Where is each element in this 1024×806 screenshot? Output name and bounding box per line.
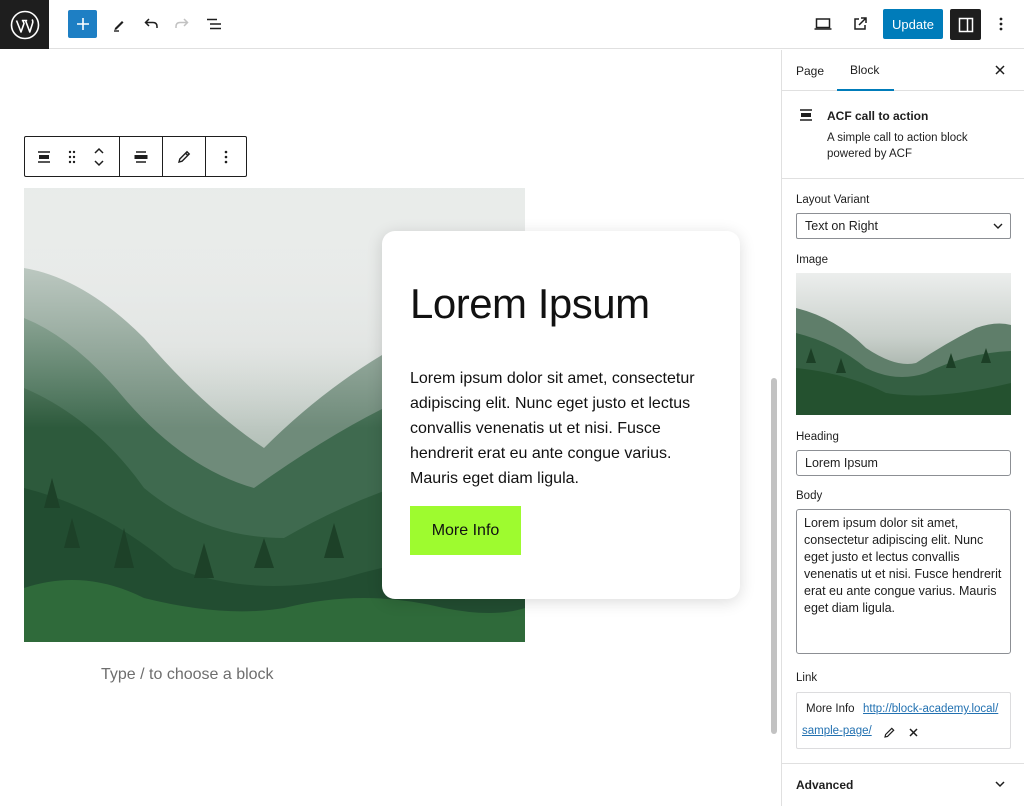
move-up-icon[interactable] <box>93 147 105 155</box>
drag-handle[interactable] <box>63 137 81 176</box>
pencil-icon <box>178 150 191 163</box>
heading-field[interactable]: Lorem Ipsum <box>796 450 1011 476</box>
settings-toggle-button[interactable] <box>950 9 981 40</box>
more-vertical-icon <box>224 150 228 163</box>
pencil-icon <box>883 726 895 738</box>
advanced-panel-toggle[interactable]: Advanced <box>782 763 1024 806</box>
sidebar-tabs: Page Block <box>782 50 1024 91</box>
heading-label: Heading <box>796 431 839 443</box>
wordpress-logo-icon[interactable] <box>0 0 49 49</box>
add-block-button[interactable] <box>68 10 97 38</box>
document-overview-button[interactable] <box>199 9 229 39</box>
call-to-action-icon <box>798 107 814 128</box>
move-down-icon[interactable] <box>93 159 105 167</box>
external-link-icon <box>854 17 867 30</box>
editor-header: Update <box>0 0 1024 49</box>
block-toolbar-group-options <box>206 137 246 176</box>
link-url[interactable]: http://block-academy.local/ <box>863 703 998 715</box>
body-label: Body <box>796 490 823 502</box>
advanced-label: Advanced <box>796 778 854 792</box>
align-wide-icon <box>134 150 148 163</box>
undo-icon <box>144 18 158 28</box>
close-sidebar-button[interactable] <box>990 60 1010 80</box>
drag-handle-icon <box>68 150 76 163</box>
block-toolbar-group-transform <box>25 137 120 176</box>
more-vertical-icon <box>999 17 1003 31</box>
block-type-button[interactable] <box>25 137 63 176</box>
options-menu-button[interactable] <box>986 9 1016 39</box>
link-field: More Info http://block-academy.local/ sa… <box>796 692 1011 749</box>
block-options-button[interactable] <box>206 137 246 176</box>
layout-variant-select[interactable]: Text on Right <box>796 213 1011 239</box>
layout-variant-value: Text on Right <box>805 219 878 233</box>
close-icon <box>995 65 1005 75</box>
tools-button[interactable] <box>104 9 134 39</box>
cta-heading[interactable]: Lorem Ipsum <box>410 281 650 327</box>
block-toolbar <box>24 136 247 177</box>
cta-card: Lorem Ipsum Lorem ipsum dolor sit amet, … <box>382 231 740 599</box>
undo-button[interactable] <box>136 9 166 39</box>
block-toolbar-group-edit <box>163 137 206 176</box>
redo-icon <box>175 18 189 28</box>
update-button[interactable]: Update <box>883 9 943 39</box>
edit-mode-button[interactable] <box>163 137 205 176</box>
chevron-down-icon <box>995 781 1005 788</box>
list-view-icon <box>207 18 221 30</box>
link-url-continued[interactable]: sample-page/ <box>802 725 872 737</box>
image-field-preview[interactable] <box>796 273 1011 415</box>
plus-icon <box>76 18 89 30</box>
block-card-description: A simple call to action block powered by… <box>827 132 968 160</box>
desktop-icon <box>814 18 832 30</box>
layout-variant-label: Layout Variant <box>796 194 870 206</box>
cta-body[interactable]: Lorem ipsum dolor sit amet, consectetur … <box>410 366 710 491</box>
align-button[interactable] <box>120 137 162 176</box>
preview-button[interactable] <box>808 9 838 39</box>
block-movers <box>81 137 117 176</box>
default-block-appender[interactable]: Type / to choose a block <box>101 666 274 684</box>
canvas-scrollbar-thumb[interactable] <box>771 378 777 734</box>
block-toolbar-group-align <box>120 137 163 176</box>
image-label: Image <box>796 254 828 266</box>
cta-more-info-button[interactable]: More Info <box>410 506 521 555</box>
block-card-title: ACF call to action <box>827 109 929 123</box>
tab-page[interactable]: Page <box>796 50 826 91</box>
body-textarea[interactable]: Lorem ipsum dolor sit amet, consectetur … <box>796 509 1011 654</box>
edit-link-button[interactable] <box>881 724 897 740</box>
chevron-down-icon <box>993 223 1003 229</box>
pencil-icon <box>114 21 124 32</box>
remove-link-button[interactable] <box>905 724 921 740</box>
forest-thumbnail <box>796 273 1011 415</box>
link-label: Link <box>796 672 818 684</box>
tab-block[interactable]: Block <box>837 50 894 91</box>
close-icon <box>908 727 918 737</box>
call-to-action-icon <box>38 150 50 163</box>
redo-button[interactable] <box>167 9 197 39</box>
block-card: ACF call to action A simple call to acti… <box>782 91 1024 179</box>
view-page-button[interactable] <box>845 9 875 39</box>
sidebar-icon <box>958 17 973 32</box>
link-title: More Info <box>806 703 855 715</box>
settings-sidebar: Page Block ACF call to action A simple c… <box>781 50 1024 806</box>
